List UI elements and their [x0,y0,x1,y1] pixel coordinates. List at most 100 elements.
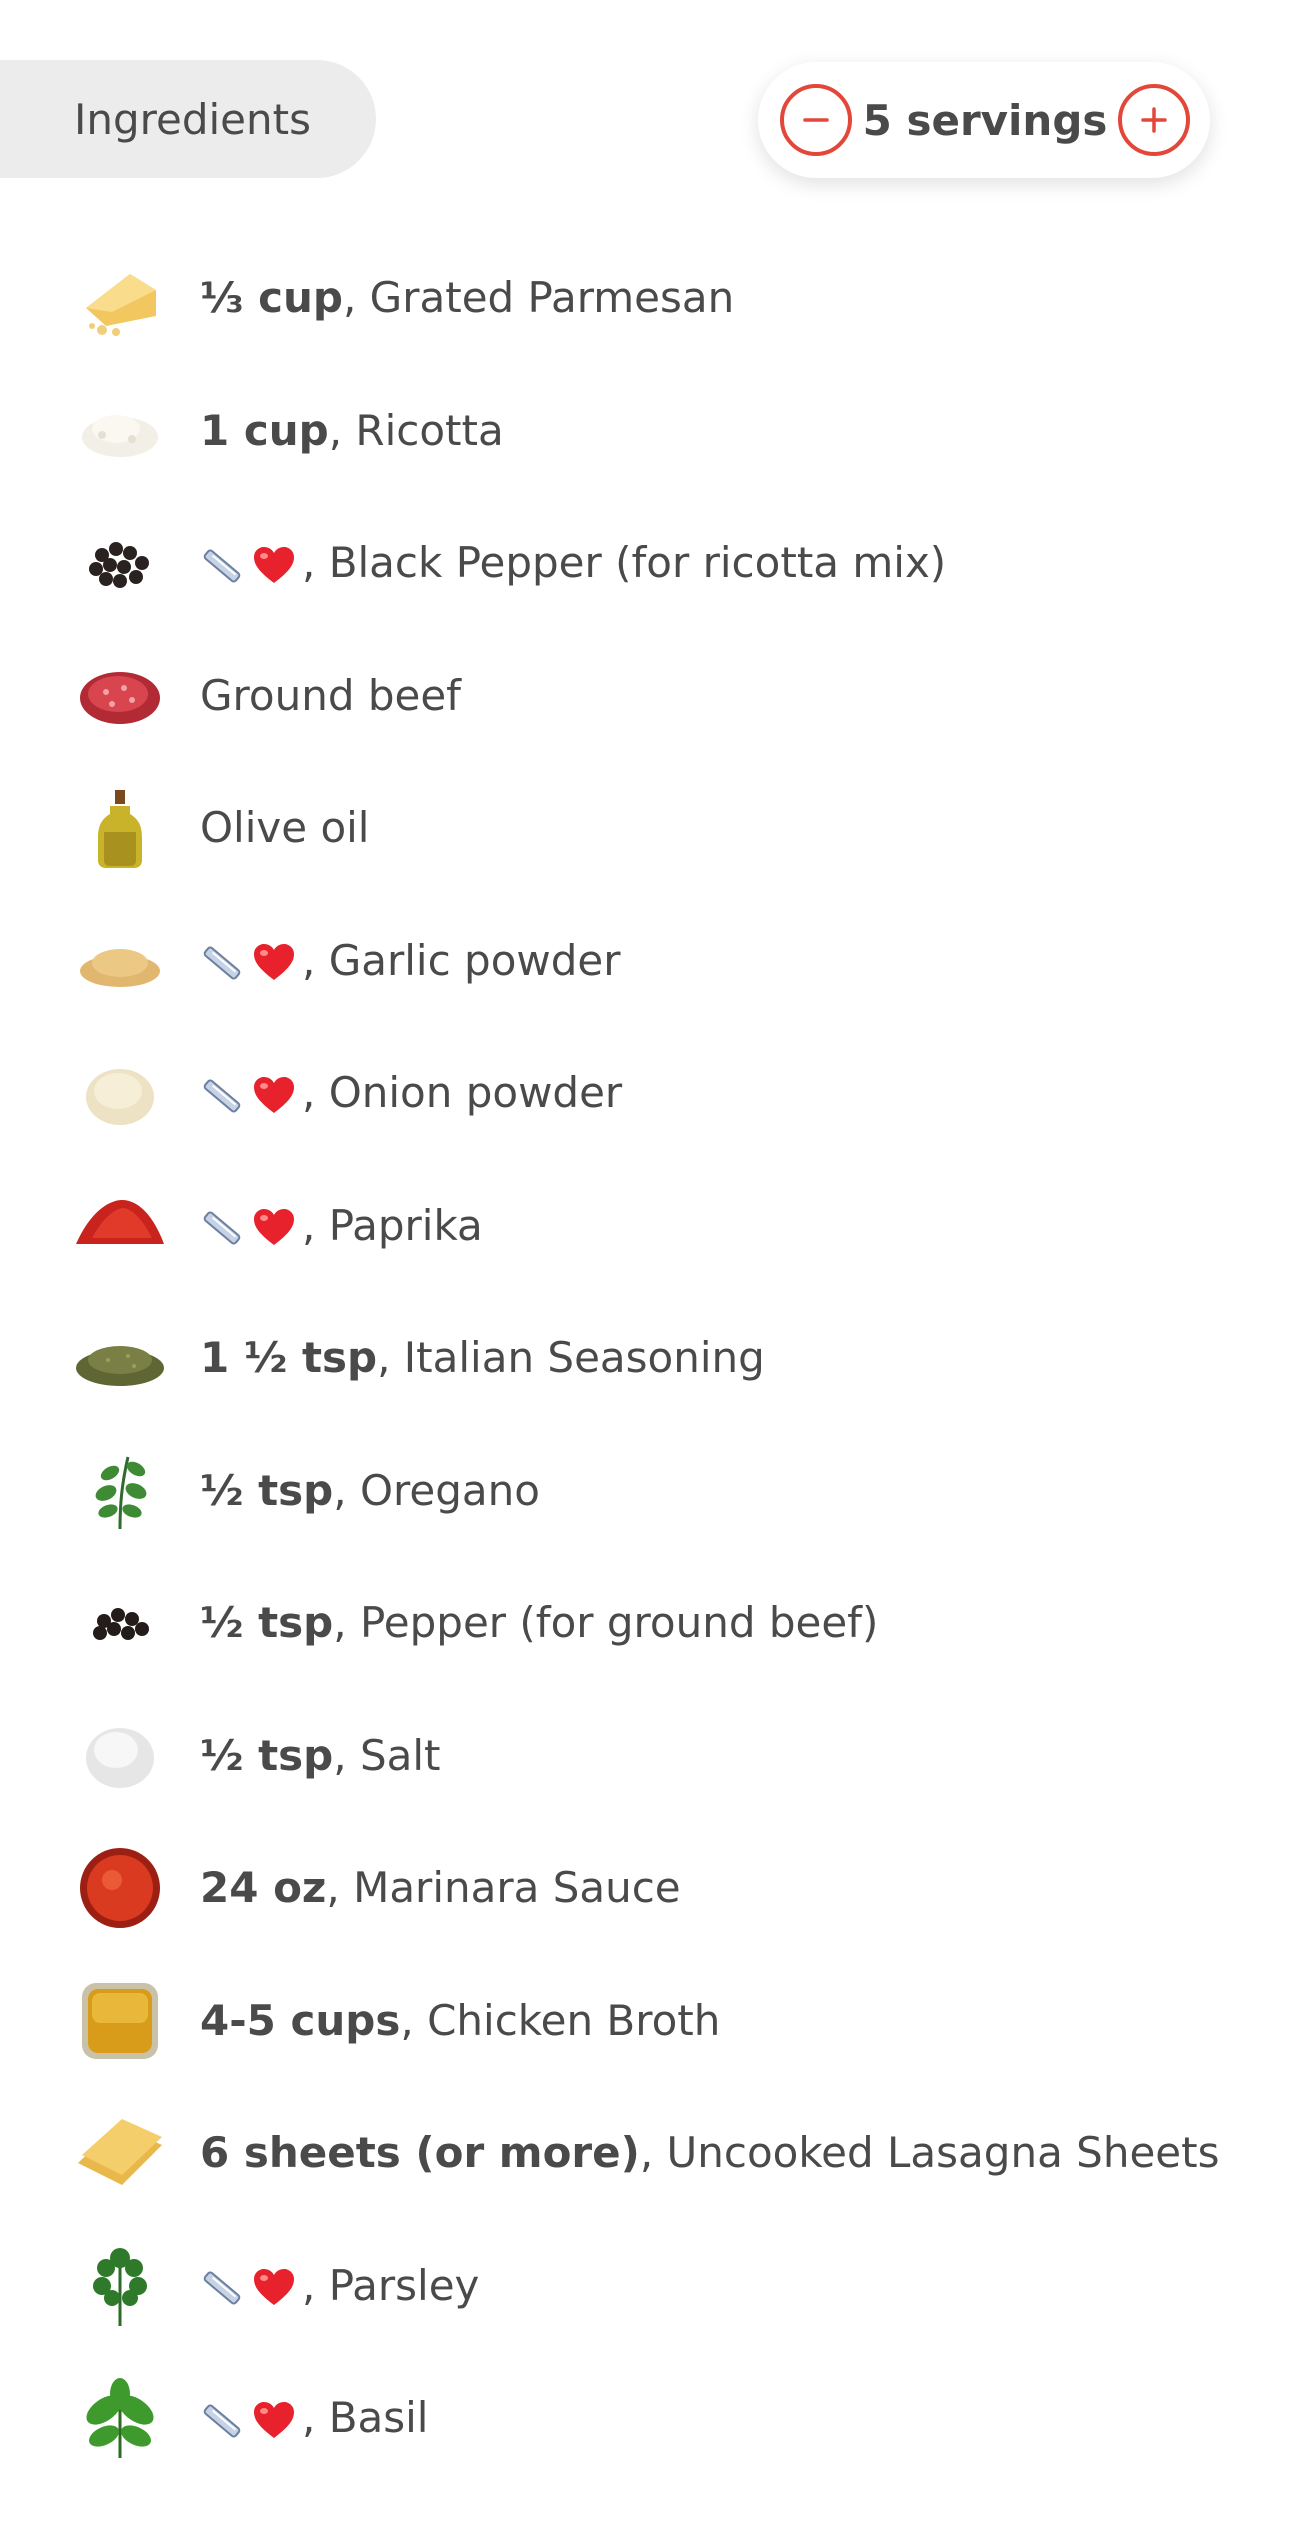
ingredient-row: ⅓ cup, Grated Parmesan [0,232,1290,365]
decrease-servings-button[interactable] [780,84,852,156]
ingredient-name: Salt [359,1730,441,1780]
ingredient-row: 24 oz, Marinara Sauce [0,1822,1290,1955]
ingredient-text: Olive oil [200,803,369,853]
ingredient-text: ½ tsp, Pepper (for ground beef) [200,1598,878,1648]
ingredient-quantity: ½ tsp [200,1730,334,1780]
ingredient-name: Black Pepper (for ricotta mix) [328,538,947,588]
ingredient-row: ½ tsp, Salt [0,1690,1290,1823]
ingredient-text: , Black Pepper (for ricotta mix) [200,538,946,588]
heart-icon [254,2401,294,2438]
heart-icon [254,2269,294,2306]
ingredient-row: ½ tsp, Oregano [0,1425,1290,1558]
ingredient-row: 6 sheets (or more), Uncooked Lasagna She… [0,2087,1290,2220]
heart-icon [254,546,294,583]
to-taste-indicator [200,2266,296,2310]
paprika-icon [72,1178,168,1274]
separator: , [400,1995,428,2045]
garlic-powder-icon [72,913,168,1009]
separator: , [342,273,370,323]
olive-oil-icon [72,780,168,876]
ingredient-quantity: ½ tsp [200,1465,334,1515]
tab-ingredients-label: Ingredients [74,94,311,144]
chicken-broth-icon [72,1973,168,2069]
parmesan-icon [72,250,168,346]
spoon-icon [203,1079,241,1113]
separator: , [302,2393,329,2443]
tab-ingredients[interactable]: Ingredients [0,60,376,178]
ingredient-quantity: 6 sheets (or more) [200,2128,640,2178]
ingredient-row: Ground beef [0,630,1290,763]
separator: , [333,1598,360,1648]
separator: , [302,1200,329,1250]
to-taste-indicator [200,1074,296,1118]
ingredient-name: Oregano [359,1465,540,1515]
ingredient-quantity: ½ tsp [200,1598,334,1648]
ingredient-name: Paprika [328,1200,483,1250]
separator: , [333,1465,360,1515]
spoon-icon [203,2271,241,2305]
onion-powder-icon [72,1045,168,1141]
ingredient-row: , Garlic powder [0,895,1290,1028]
ingredient-text: , Paprika [200,1201,483,1251]
ingredient-quantity: ⅓ cup [200,273,343,323]
ingredient-text: , Garlic powder [200,936,621,986]
ingredient-list: ⅓ cup, Grated Parmesan 1 cup, Ricotta, Bl… [0,232,1290,2485]
ingredient-name: Grated Parmesan [369,273,735,323]
pepper-icon [72,1575,168,1671]
marinara-sauce-icon [72,1840,168,1936]
ingredient-text: , Onion powder [200,1068,622,1118]
ingredient-row: 1 cup, Ricotta [0,365,1290,498]
lasagna-sheets-icon [72,2105,168,2201]
separator: , [302,2260,329,2310]
ingredient-text: 24 oz, Marinara Sauce [200,1863,681,1913]
minus-circle-icon [803,118,829,122]
ingredient-name: Ricotta [355,405,504,455]
ingredient-text: 4-5 cups, Chicken Broth [200,1996,720,2046]
ingredient-name: Uncooked Lasagna Sheets [666,2128,1220,2178]
ingredient-quantity: 24 oz [200,1863,327,1913]
ingredient-text: , Basil [200,2393,428,2443]
increase-servings-button[interactable] [1118,84,1190,156]
spoon-icon [203,1211,241,1245]
ingredient-name: Olive oil [200,803,370,853]
ingredient-text: , Parsley [200,2261,479,2311]
separator: , [377,1333,404,1383]
ingredient-text: ½ tsp, Oregano [200,1466,540,1516]
plus-circle-icon [1141,107,1167,133]
ingredient-text: ½ tsp, Salt [200,1731,441,1781]
parsley-icon [72,2238,168,2334]
to-taste-indicator [200,2399,296,2443]
separator: , [639,2128,667,2178]
spoon-icon [203,549,241,583]
ingredient-name: Onion powder [328,1068,623,1118]
ingredient-row: 1 ½ tsp, Italian Seasoning [0,1292,1290,1425]
ingredient-name: Garlic powder [328,935,621,985]
italian-seasoning-icon [72,1310,168,1406]
salt-icon [72,1708,168,1804]
separator: , [333,1730,360,1780]
ingredient-row: , Paprika [0,1160,1290,1293]
ingredient-row: , Basil [0,2352,1290,2485]
heart-icon [254,1209,294,1246]
basil-icon [72,2370,168,2466]
servings-stepper: 5 servings [758,62,1210,178]
to-taste-indicator [200,544,296,588]
to-taste-indicator [200,1206,296,1250]
heart-icon [254,944,294,981]
ingredient-name: Parsley [328,2260,480,2310]
separator: , [328,405,356,455]
separator: , [302,538,329,588]
separator: , [302,1068,329,1118]
ingredient-text: Ground beef [200,671,461,721]
ingredient-quantity: 1 cup [200,405,329,455]
ingredient-row: ½ tsp, Pepper (for ground beef) [0,1557,1290,1690]
ingredient-text: ⅓ cup, Grated Parmesan [200,273,734,323]
ingredient-quantity: 4-5 cups [200,1995,401,2045]
ingredient-text: 6 sheets (or more), Uncooked Lasagna She… [200,2128,1219,2178]
ingredient-text: 1 cup, Ricotta [200,406,504,456]
separator: , [326,1863,354,1913]
ingredient-row: , Onion powder [0,1027,1290,1160]
ingredient-name: Pepper (for ground beef) [359,1598,879,1648]
ingredient-row: Olive oil [0,762,1290,895]
ingredient-name: Italian Seasoning [403,1333,765,1383]
